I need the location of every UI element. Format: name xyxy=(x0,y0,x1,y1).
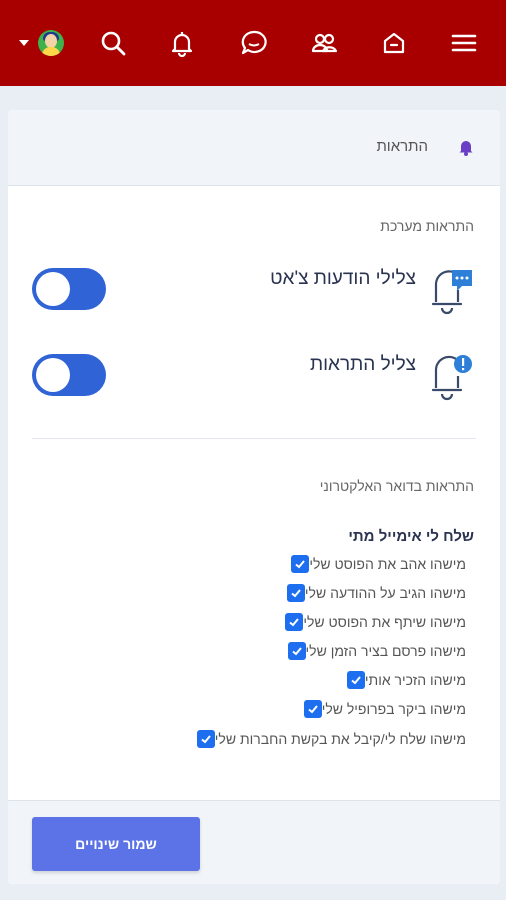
menu-icon[interactable] xyxy=(448,27,480,59)
toggle-knob xyxy=(36,358,70,392)
check-icon xyxy=(295,560,306,569)
email-option-checkbox[interactable] xyxy=(291,555,310,573)
chat-icon[interactable] xyxy=(238,27,270,59)
email-option-row: מישהו אהב את הפוסט שלי xyxy=(283,553,474,575)
check-icon xyxy=(291,647,302,656)
friends-icon[interactable] xyxy=(308,27,340,59)
chat-sounds-toggle[interactable] xyxy=(32,268,106,310)
email-option-row: מישהו שיתף את הפוסט שלי xyxy=(277,611,474,633)
email-option-label: מישהו הזכיר אותי xyxy=(364,672,466,688)
email-option-row: מישהו הזכיר אותי xyxy=(339,669,474,691)
email-option-checkbox[interactable] xyxy=(303,700,322,718)
check-icon xyxy=(308,705,318,714)
email-option-label: מישהו אהב את הפוסט שלי xyxy=(309,556,466,572)
email-option-row: מישהו פרסם בציר הזמן שלי xyxy=(280,640,474,662)
email-option-checkbox[interactable] xyxy=(285,613,304,631)
check-icon xyxy=(201,735,211,744)
email-option-label: מישהו שיתף את הפוסט שלי xyxy=(303,614,466,630)
top-navigation-bar xyxy=(0,0,506,86)
email-option-checkbox[interactable] xyxy=(287,642,306,660)
email-option-label: מישהו ביקר בפרופיל שלי xyxy=(321,701,466,717)
email-option-row: מישהו הגיב על ההודעה שלי xyxy=(279,582,474,604)
chat-sounds-label: צלילי הודעות צ'אט xyxy=(270,268,416,289)
email-option-row: מישהו ביקר בפרופיל שלי xyxy=(296,698,474,720)
home-icon[interactable] xyxy=(378,27,410,59)
toggle-knob xyxy=(36,272,70,306)
email-option-checkbox[interactable] xyxy=(286,584,305,602)
avatar-face xyxy=(45,34,57,48)
email-option-label: מישהו פרסם בציר הזמן שלי xyxy=(305,643,466,659)
setting-row-notification-sound: צליל התראות xyxy=(8,346,500,406)
email-option-label: מישהו הגיב על ההודעה שלי xyxy=(304,585,466,601)
check-icon xyxy=(289,618,300,627)
card-footer: שמור שינויים xyxy=(8,800,500,884)
notifications-settings-card: התראות התראות מערכת צלילי הודעות צ'אט צל… xyxy=(8,110,500,884)
card-header: התראות xyxy=(8,110,500,186)
search-icon[interactable] xyxy=(97,27,129,59)
email-subheading: שלח לי אימייל מתי xyxy=(348,528,474,545)
check-icon xyxy=(351,676,361,685)
setting-row-chat-sounds: צלילי הודעות צ'אט xyxy=(8,260,500,320)
notification-sound-toggle[interactable] xyxy=(32,354,106,396)
system-notifications-label: התראות מערכת xyxy=(380,218,474,234)
user-avatar[interactable] xyxy=(38,30,64,56)
section-divider xyxy=(32,438,476,439)
bell-icon[interactable] xyxy=(166,27,198,59)
email-option-checkbox[interactable] xyxy=(196,730,215,748)
email-option-row: מישהו שלח לי/קיבל את בקשת החברות שלי xyxy=(189,728,474,750)
alert-bell-icon xyxy=(431,355,472,401)
save-changes-button[interactable]: שמור שינויים xyxy=(32,817,200,871)
check-icon xyxy=(291,589,301,598)
account-dropdown-caret-icon[interactable] xyxy=(19,40,29,46)
page-title: התראות xyxy=(376,138,428,155)
email-option-label: מישהו שלח לי/קיבל את בקשת החברות שלי xyxy=(214,731,466,747)
email-notifications-label: התראות בדואר האלקטרוני xyxy=(319,478,474,494)
chat-bell-icon xyxy=(431,270,472,315)
email-option-checkbox[interactable] xyxy=(346,671,365,689)
bell-icon xyxy=(459,141,473,156)
notification-sound-label: צליל התראות xyxy=(309,354,416,375)
avatar-body xyxy=(42,47,60,56)
